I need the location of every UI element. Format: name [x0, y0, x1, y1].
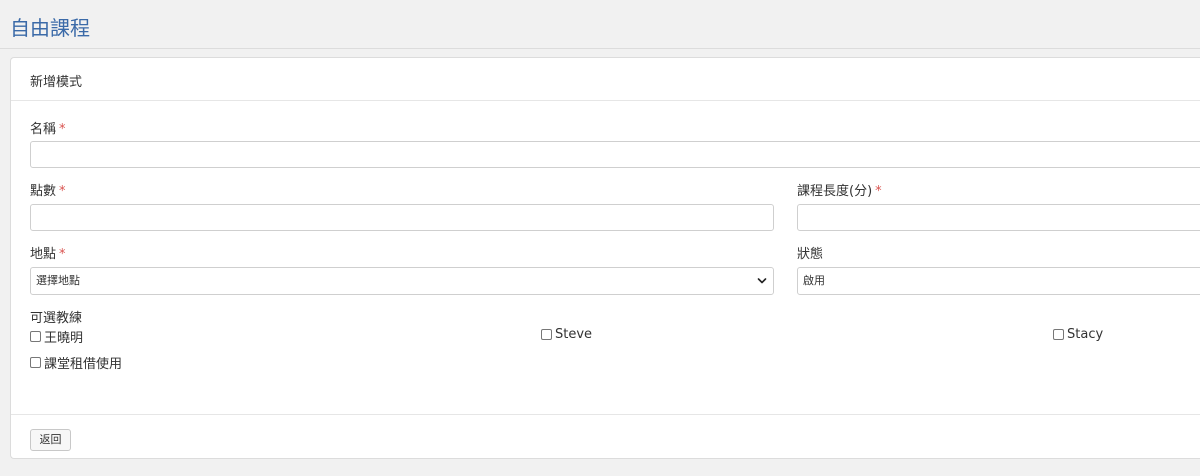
rental-option[interactable]: 課堂租借使用 — [30, 353, 122, 372]
card-header: 新增模式 — [11, 58, 1200, 101]
required-mark: * — [875, 184, 882, 199]
coach-option-stacy[interactable]: Stacy — [1053, 327, 1103, 342]
page-title: 自由課程 — [10, 16, 90, 40]
required-mark: * — [59, 122, 66, 137]
points-input[interactable] — [30, 204, 774, 231]
page-header: 自由課程 — [0, 0, 1200, 49]
checkbox[interactable] — [30, 357, 41, 368]
points-label: 點數 * — [30, 180, 66, 199]
checkbox[interactable] — [541, 329, 552, 340]
name-label-text: 名稱 — [30, 122, 57, 137]
points-label-text: 點數 — [30, 184, 57, 199]
duration-label-text: 課程長度(分) — [797, 184, 873, 199]
required-mark: * — [59, 184, 66, 199]
coach-option-label: Steve — [555, 327, 593, 342]
back-button[interactable]: 返回 — [30, 429, 71, 451]
name-input[interactable] — [30, 141, 1200, 168]
card-footer: 返回 — [11, 414, 1200, 459]
mode-label: 新增模式 — [30, 75, 83, 90]
location-label: 地點 * — [30, 243, 66, 262]
duration-label: 課程長度(分) * — [797, 180, 882, 199]
status-select[interactable]: 啟用 — [797, 267, 1200, 295]
name-label: 名稱 * — [30, 118, 66, 137]
rental-option-label: 課堂租借使用 — [44, 357, 123, 372]
location-label-text: 地點 — [30, 247, 57, 262]
coach-option-label: 王曉明 — [44, 331, 84, 346]
coach-option-steve[interactable]: Steve — [541, 327, 592, 342]
coaches-label: 可選教練 — [30, 311, 83, 326]
checkbox[interactable] — [1053, 329, 1064, 340]
duration-input[interactable] — [797, 204, 1200, 231]
required-mark: * — [59, 247, 66, 262]
status-label: 狀態 — [797, 243, 823, 262]
status-label-text: 狀態 — [797, 247, 824, 262]
coach-option-label: Stacy — [1067, 327, 1104, 342]
checkbox[interactable] — [30, 331, 41, 342]
location-select[interactable]: 選擇地點 — [30, 267, 774, 295]
status-selected-value: 啟用 — [803, 274, 825, 287]
coach-option-wang[interactable]: 王曉明 — [30, 327, 83, 346]
form-card: 新增模式 名稱 * 點數 * 課程長度(分) * 地點 * 選擇地點 狀態 啟用 可選教… — [10, 57, 1200, 459]
chevron-down-icon — [757, 278, 767, 284]
location-selected-value: 選擇地點 — [36, 274, 80, 287]
